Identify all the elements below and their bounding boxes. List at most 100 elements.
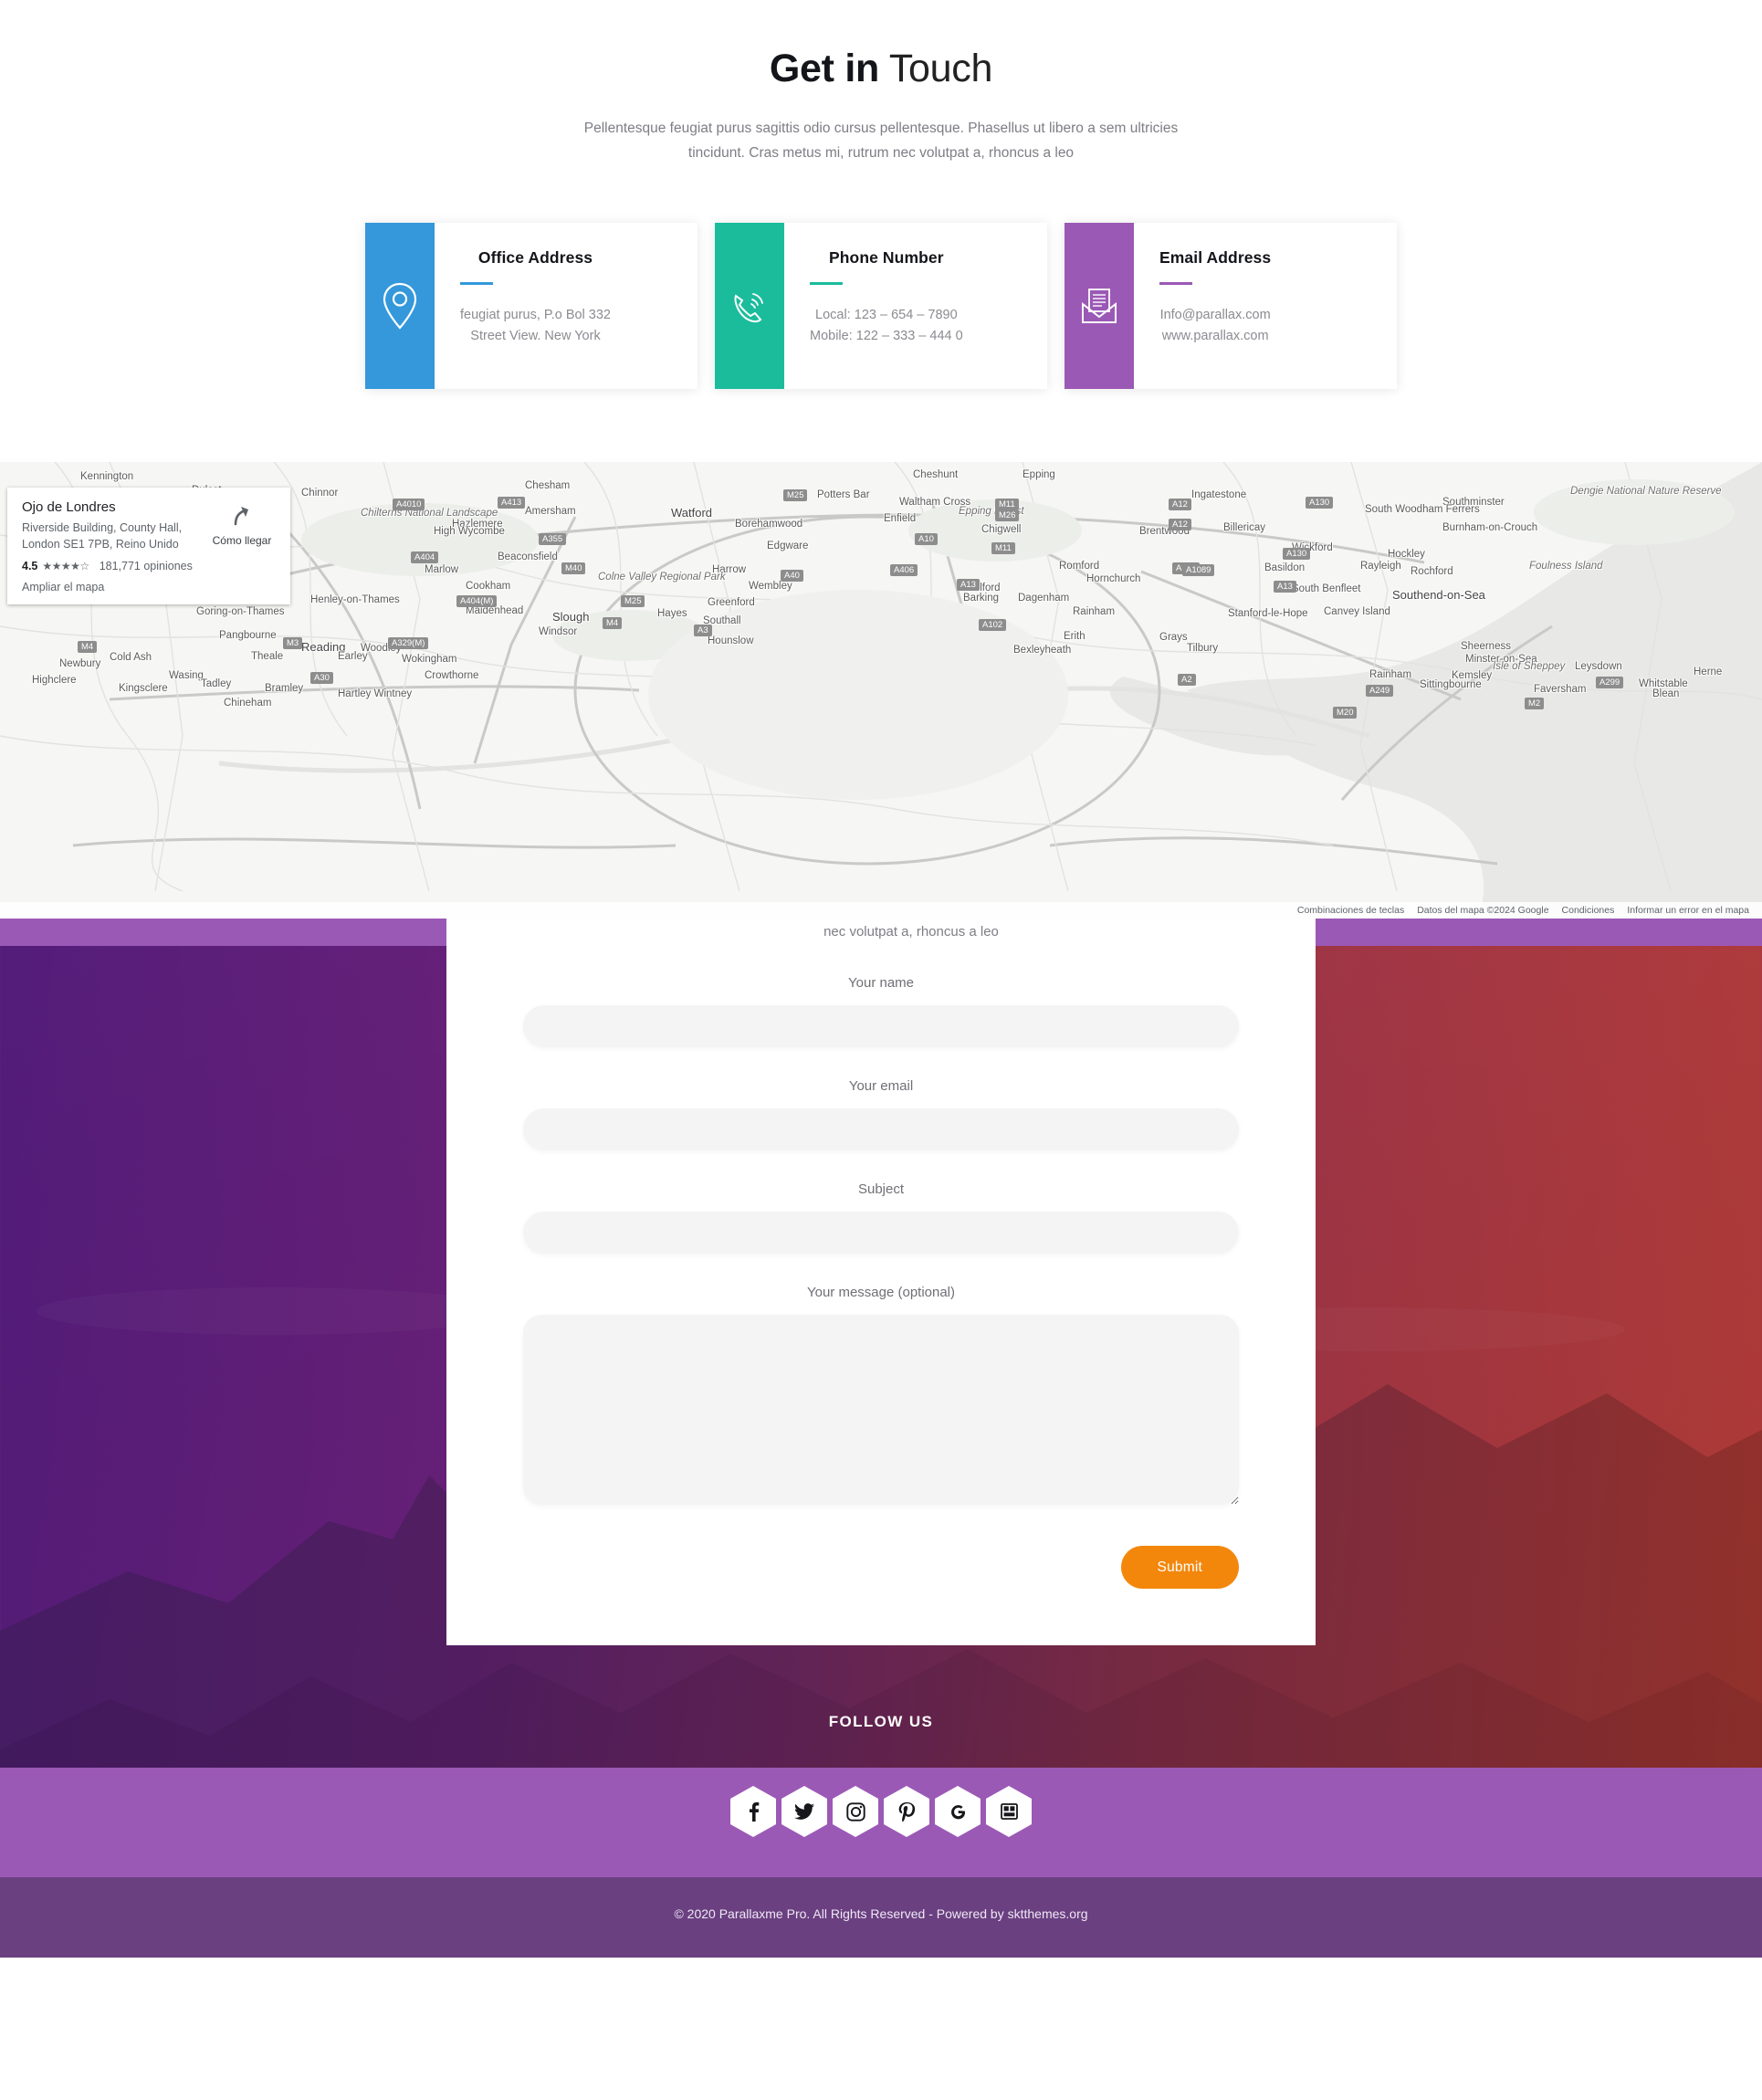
- twitter-icon: [794, 1802, 814, 1821]
- field-label-your-name: Your name: [848, 975, 914, 992]
- map-label: Epping: [1023, 468, 1055, 480]
- map-attribution-item[interactable]: Condiciones: [1562, 905, 1615, 916]
- subject-input[interactable]: [523, 1212, 1239, 1255]
- map-label: Rainham: [1073, 605, 1116, 617]
- card-icon-panel: [715, 222, 784, 389]
- road-shield-badge: A3: [694, 624, 712, 636]
- place-address: Riverside Building, County Hall, London …: [22, 521, 183, 551]
- road-shield-badge: A413: [498, 496, 526, 509]
- map-attribution-item[interactable]: Combinaciones de teclas: [1297, 905, 1404, 916]
- map-label: Hayes: [657, 607, 687, 619]
- map-label: Bexleyheath: [1013, 644, 1072, 656]
- directions-label: Cómo llegar: [212, 533, 272, 547]
- page-title-bold: Get in: [769, 47, 879, 90]
- card-title: Office Address: [477, 247, 593, 267]
- card-office-address: Office Address feugiat purus, P.o Bol 33…: [365, 222, 697, 389]
- map-label: Beaconsfield: [498, 551, 558, 562]
- social-link-youtube[interactable]: [986, 1786, 1032, 1838]
- card-accent-rule: [460, 281, 493, 285]
- map-label: Enfield: [884, 512, 917, 524]
- road-shield-badge: A1089: [1182, 563, 1215, 576]
- map-label: Theale: [251, 650, 284, 662]
- map-place-infocard[interactable]: Ojo de Londres Riverside Building, Count…: [7, 487, 290, 604]
- map-label: Kennington: [80, 470, 134, 482]
- map-label: Tilbury: [1187, 642, 1219, 654]
- social-link-twitter[interactable]: [781, 1786, 827, 1838]
- map-label: South Woodham Ferrers: [1365, 503, 1480, 515]
- map-label: Wasing: [169, 669, 204, 681]
- map-label: Hartley Wintney: [338, 688, 413, 699]
- form-actions: Submit: [523, 1546, 1239, 1590]
- map-label: Rainham: [1369, 668, 1412, 680]
- map-attribution-item[interactable]: Informar un error en el mapa: [1627, 905, 1749, 916]
- map-label: Burnham-on-Crouch: [1442, 521, 1538, 533]
- map-label: Newbury: [59, 657, 101, 669]
- phone-ring-icon: [729, 285, 771, 327]
- card-body: Phone Number Local: 123 – 654 – 7890 Mob…: [784, 223, 963, 389]
- card-line-1: Info@parallax.com: [1159, 307, 1271, 322]
- social-link-google[interactable]: [935, 1786, 981, 1838]
- map-label: Colne Valley Regional Park: [598, 571, 726, 583]
- map-attribution-item[interactable]: Datos del mapa ©2024 Google: [1417, 905, 1548, 916]
- card-icon-panel: [1065, 222, 1134, 389]
- card-body: Office Address feugiat purus, P.o Bol 33…: [435, 223, 611, 389]
- map-label: Romford: [1059, 560, 1100, 572]
- map-label: Watford: [671, 505, 713, 520]
- road-shield-badge: A355: [539, 532, 567, 545]
- road-shield-badge: A249: [1366, 684, 1394, 697]
- field-your-name: Your name: [523, 975, 1239, 1048]
- field-your-email: Your email: [523, 1078, 1239, 1151]
- map-label: Basildon: [1264, 562, 1306, 573]
- map-pin-icon: [382, 282, 418, 330]
- social-links-band: [0, 1768, 1762, 1878]
- map-label: Goring-on-Thames: [196, 605, 285, 617]
- card-line-1: Local: 123 – 654 – 7890: [815, 307, 958, 322]
- submit-button[interactable]: Submit: [1120, 1546, 1239, 1590]
- road-shield-badge: M2: [1525, 697, 1545, 709]
- map-label: Leysdown: [1575, 660, 1622, 672]
- road-shield-badge: A404: [411, 551, 439, 563]
- map-label: Marlow: [425, 563, 459, 575]
- map-label: Billericay: [1223, 521, 1266, 533]
- field-subject: Subject: [523, 1181, 1239, 1255]
- card-title: Phone Number: [829, 247, 944, 267]
- google-map[interactable]: Kennington Chinnor Chesham Potters Bar Chesh…: [0, 461, 1762, 919]
- map-label: Kingsclere: [119, 682, 168, 694]
- site-footer: © 2020 Parallaxme Pro. All Rights Reserv…: [0, 1877, 1762, 1958]
- map-label: Grays: [1159, 631, 1188, 643]
- your-name-input[interactable]: [523, 1005, 1239, 1048]
- map-label: Chinnor: [301, 487, 339, 499]
- road-shield-badge: M11: [995, 498, 1019, 510]
- page-title: Get in Touch: [0, 47, 1762, 90]
- social-link-pinterest[interactable]: [884, 1786, 929, 1838]
- road-shield-badge: A130: [1283, 547, 1311, 560]
- field-your-message: Your message (optional): [523, 1285, 1239, 1509]
- expand-map-link[interactable]: Ampliar el mapa: [22, 581, 206, 593]
- road-shield-badge: M4: [603, 616, 623, 629]
- rating-stars: ★★★★☆: [42, 559, 89, 572]
- facebook-icon: [747, 1801, 760, 1822]
- map-label: Chilterns National Landscape: [361, 507, 498, 519]
- map-label: Barking: [963, 592, 999, 604]
- field-label-your-email: Your email: [848, 1078, 914, 1095]
- map-label: Windsor: [539, 625, 578, 637]
- map-label: Crowthorne: [425, 669, 479, 681]
- card-icon-panel: [365, 222, 435, 389]
- map-label: South Benfleet: [1292, 583, 1361, 594]
- your-email-input[interactable]: [523, 1108, 1239, 1151]
- pinterest-icon: [897, 1801, 916, 1822]
- road-shield-badge: A12: [1169, 518, 1191, 530]
- map-label: Isle of Sheppey: [1493, 660, 1566, 672]
- road-shield-badge: A2: [1178, 673, 1196, 686]
- your-message-textarea[interactable]: [523, 1315, 1239, 1506]
- social-link-instagram[interactable]: [833, 1786, 878, 1838]
- road-shield-badge: A10: [915, 532, 938, 545]
- map-label: Greenford: [708, 596, 755, 608]
- map-label: Earley: [338, 650, 368, 662]
- social-link-facebook[interactable]: [730, 1786, 776, 1838]
- map-label: Erith: [1064, 630, 1086, 642]
- form-description: Pellentesque feugiat purus sagittis odio…: [823, 923, 999, 940]
- page-subtitle: Pellentesque feugiat purus sagittis odio…: [583, 121, 1179, 162]
- directions-button[interactable]: Cómo llegar: [206, 499, 278, 593]
- follow-us-title: FOLLOW US: [828, 1713, 934, 1731]
